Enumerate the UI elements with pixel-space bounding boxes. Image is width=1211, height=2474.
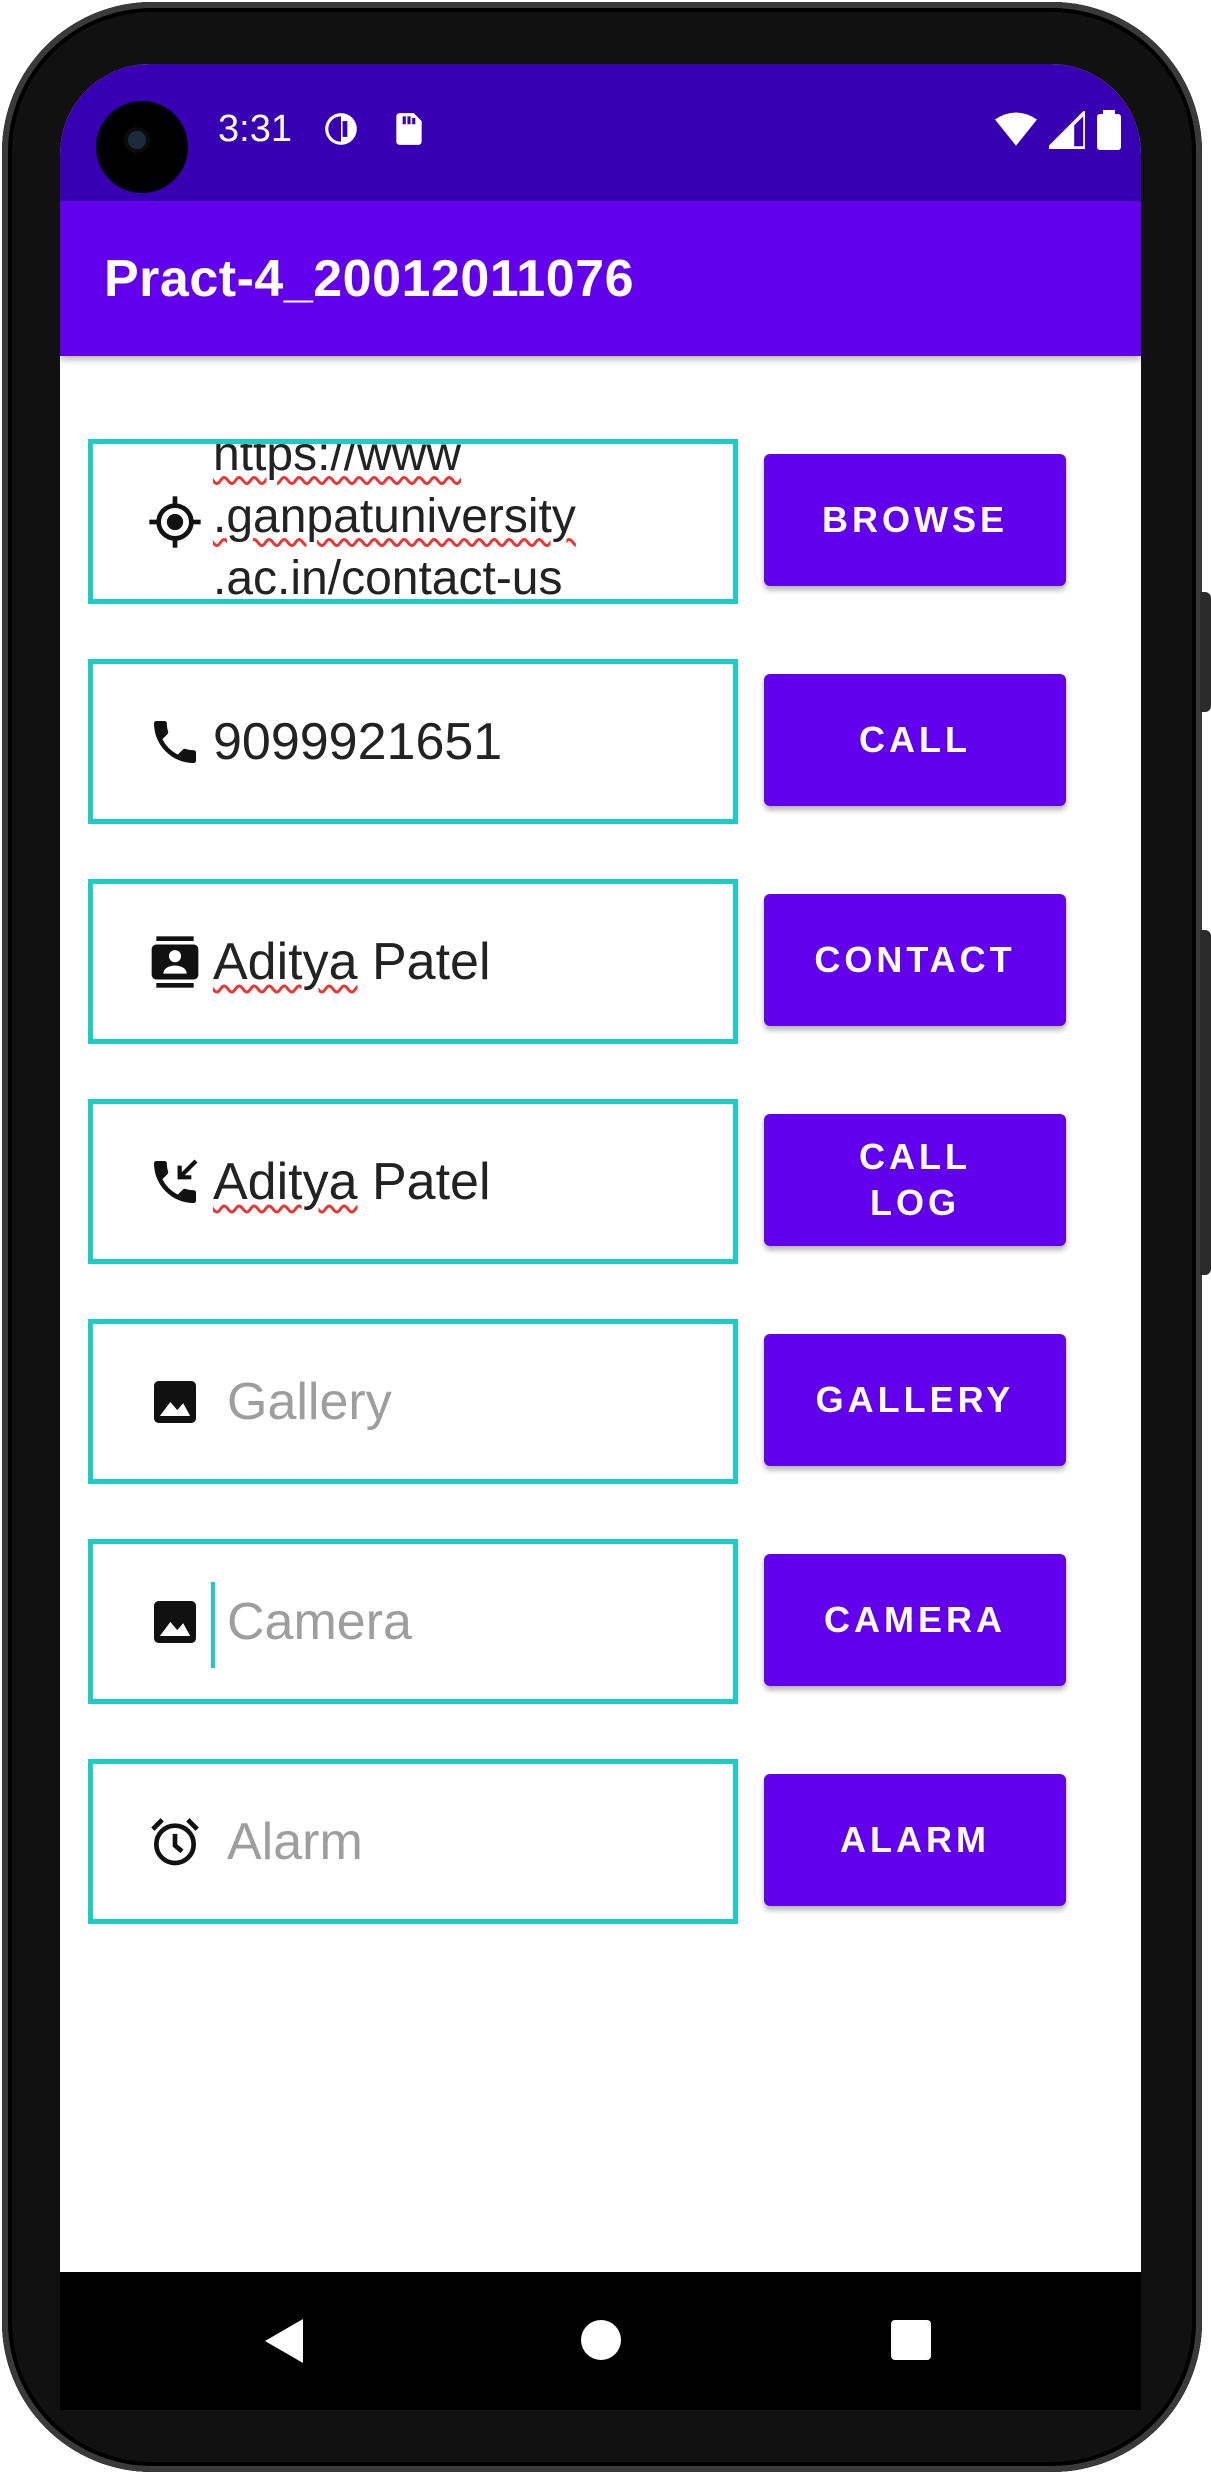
recents-icon[interactable] — [891, 2320, 931, 2360]
call-log-value: Aditya Patel — [213, 1152, 491, 1212]
camera-row: Camera CAMERA — [88, 1539, 1108, 1704]
contact-field[interactable]: Aditya Patel — [88, 879, 738, 1044]
url-field[interactable]: https://www .ganpatuniversity .ac.in/con… — [88, 439, 738, 604]
navigation-bar — [60, 2272, 1141, 2410]
sd-card-icon — [396, 113, 422, 145]
alarm-field[interactable]: Alarm — [88, 1759, 738, 1924]
call-log-field[interactable]: Aditya Patel — [88, 1099, 738, 1264]
signal-icon — [1049, 111, 1085, 149]
app-bar: Pract-4_20012011076 — [60, 201, 1141, 356]
call-button[interactable]: CALL — [764, 674, 1066, 806]
call-received-icon — [154, 1159, 198, 1203]
gallery-placeholder: Gallery — [227, 1372, 392, 1431]
data-saver-icon — [325, 113, 357, 145]
url-line-3: .ac.in/contact-us — [213, 552, 563, 604]
home-icon[interactable] — [581, 2320, 621, 2360]
image-icon — [154, 1380, 196, 1423]
screen: 3:31 Pract-4_20012011076 https://www .ga… — [60, 64, 1141, 2410]
phone-field[interactable]: 9099921651 — [88, 659, 738, 824]
phone-value: 9099921651 — [213, 712, 503, 771]
image-icon — [154, 1600, 196, 1643]
camera-field[interactable]: Camera — [88, 1539, 738, 1704]
call-log-row: Aditya Patel CALL LOG — [88, 1099, 1108, 1264]
call-log-button[interactable]: CALL LOG — [764, 1114, 1066, 1246]
contact-last-name: Patel — [357, 932, 491, 991]
phone-icon — [154, 720, 196, 763]
url-line-1: https://www — [213, 439, 462, 481]
alarm-button[interactable]: ALARM — [764, 1774, 1066, 1906]
power-button — [1200, 592, 1211, 712]
contact-row: Aditya Patel CONTACT — [88, 879, 1108, 1044]
gallery-field[interactable]: Gallery — [88, 1319, 738, 1484]
status-time: 3:31 — [218, 108, 292, 150]
app-title: Pract-4_20012011076 — [104, 250, 634, 308]
battery-icon — [1097, 110, 1121, 150]
alarm-icon — [151, 1817, 199, 1865]
camera-button[interactable]: CAMERA — [764, 1554, 1066, 1686]
call-log-last-name: Patel — [357, 1152, 491, 1211]
contact-card-icon — [151, 935, 199, 988]
call-row: 9099921651 CALL — [88, 659, 1108, 824]
url-line-2: .ganpatuniversity — [213, 490, 576, 543]
gallery-row: Gallery GALLERY — [88, 1319, 1108, 1484]
browse-row: https://www .ganpatuniversity .ac.in/con… — [88, 439, 1108, 604]
browse-button[interactable]: BROWSE — [764, 454, 1066, 586]
wifi-icon — [995, 112, 1037, 146]
back-icon[interactable] — [265, 2319, 303, 2363]
contact-value: Aditya Patel — [213, 932, 491, 992]
phone-device: 3:31 Pract-4_20012011076 https://www .ga… — [0, 0, 1211, 2474]
call-log-first-name: Aditya — [213, 1152, 358, 1211]
status-bar: 3:31 — [60, 64, 1141, 201]
volume-button — [1200, 930, 1211, 1275]
camera-placeholder: Camera — [227, 1592, 412, 1651]
url-value: https://www .ganpatuniversity .ac.in/con… — [213, 439, 713, 604]
contact-first-name: Aditya — [213, 932, 358, 991]
location-target-icon — [149, 495, 201, 548]
gallery-button[interactable]: GALLERY — [764, 1334, 1066, 1466]
front-camera — [96, 101, 188, 193]
alarm-placeholder: Alarm — [227, 1812, 363, 1871]
text-cursor — [211, 1582, 215, 1668]
contact-button[interactable]: CONTACT — [764, 894, 1066, 1026]
alarm-row: Alarm ALARM — [88, 1759, 1108, 1924]
